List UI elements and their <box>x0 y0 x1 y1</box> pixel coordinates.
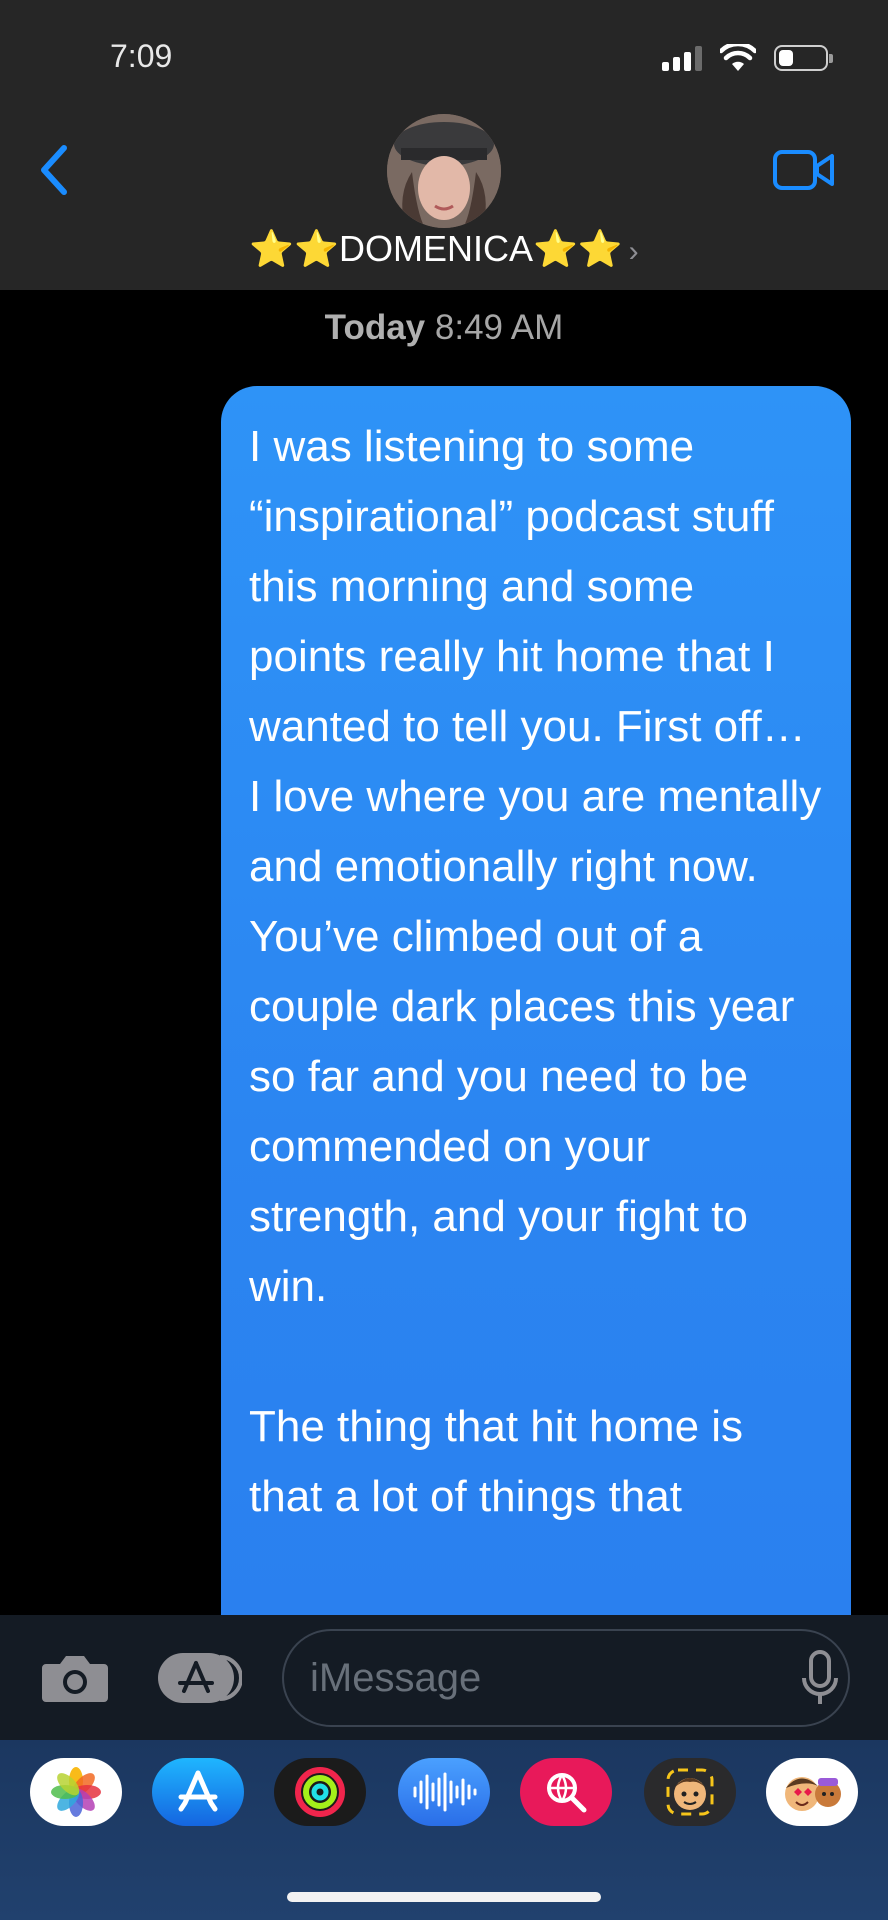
contact-name-label: ⭐⭐DOMENICA⭐⭐ <box>249 228 623 269</box>
camera-button[interactable] <box>40 1652 110 1704</box>
activity-icon[interactable] <box>274 1758 366 1826</box>
imessage-input[interactable] <box>282 1629 850 1727</box>
contact-name[interactable]: ⭐⭐DOMENICA⭐⭐ › <box>0 228 888 270</box>
timestamp-day: Today <box>324 308 426 347</box>
video-camera-button[interactable] <box>772 148 836 192</box>
home-indicator[interactable] <box>287 1892 601 1902</box>
app-store-icon[interactable] <box>152 1758 244 1826</box>
status-icons <box>662 44 833 72</box>
web-search-icon[interactable] <box>520 1758 612 1826</box>
battery-icon <box>774 45 833 71</box>
wifi-icon <box>720 44 756 71</box>
microphone-button[interactable] <box>800 1650 840 1708</box>
chevron-right-icon: › <box>628 235 639 268</box>
conversation-header: 7:09 ⭐⭐DOMENICA⭐⭐ › <box>0 0 888 290</box>
app-store-button[interactable] <box>158 1653 242 1703</box>
timestamp-time: 8:49 AM <box>434 308 564 347</box>
message-timestamp: Today 8:49 AM <box>0 308 888 348</box>
outgoing-message-bubble[interactable]: I was listening to some “inspirational” … <box>221 386 851 1636</box>
contact-avatar[interactable] <box>387 114 501 228</box>
back-button[interactable] <box>34 140 74 200</box>
audio-message-icon[interactable] <box>398 1758 490 1826</box>
cellular-signal-icon <box>662 45 702 71</box>
avatar-photo <box>387 114 501 228</box>
message-text: I was listening to some “inspirational” … <box>249 422 822 1521</box>
memoji-stickers-icon[interactable] <box>766 1758 858 1826</box>
memoji-icon[interactable] <box>644 1758 736 1826</box>
compose-bar <box>0 1615 888 1740</box>
status-time: 7:09 <box>110 38 173 74</box>
photos-icon[interactable] <box>30 1758 122 1826</box>
